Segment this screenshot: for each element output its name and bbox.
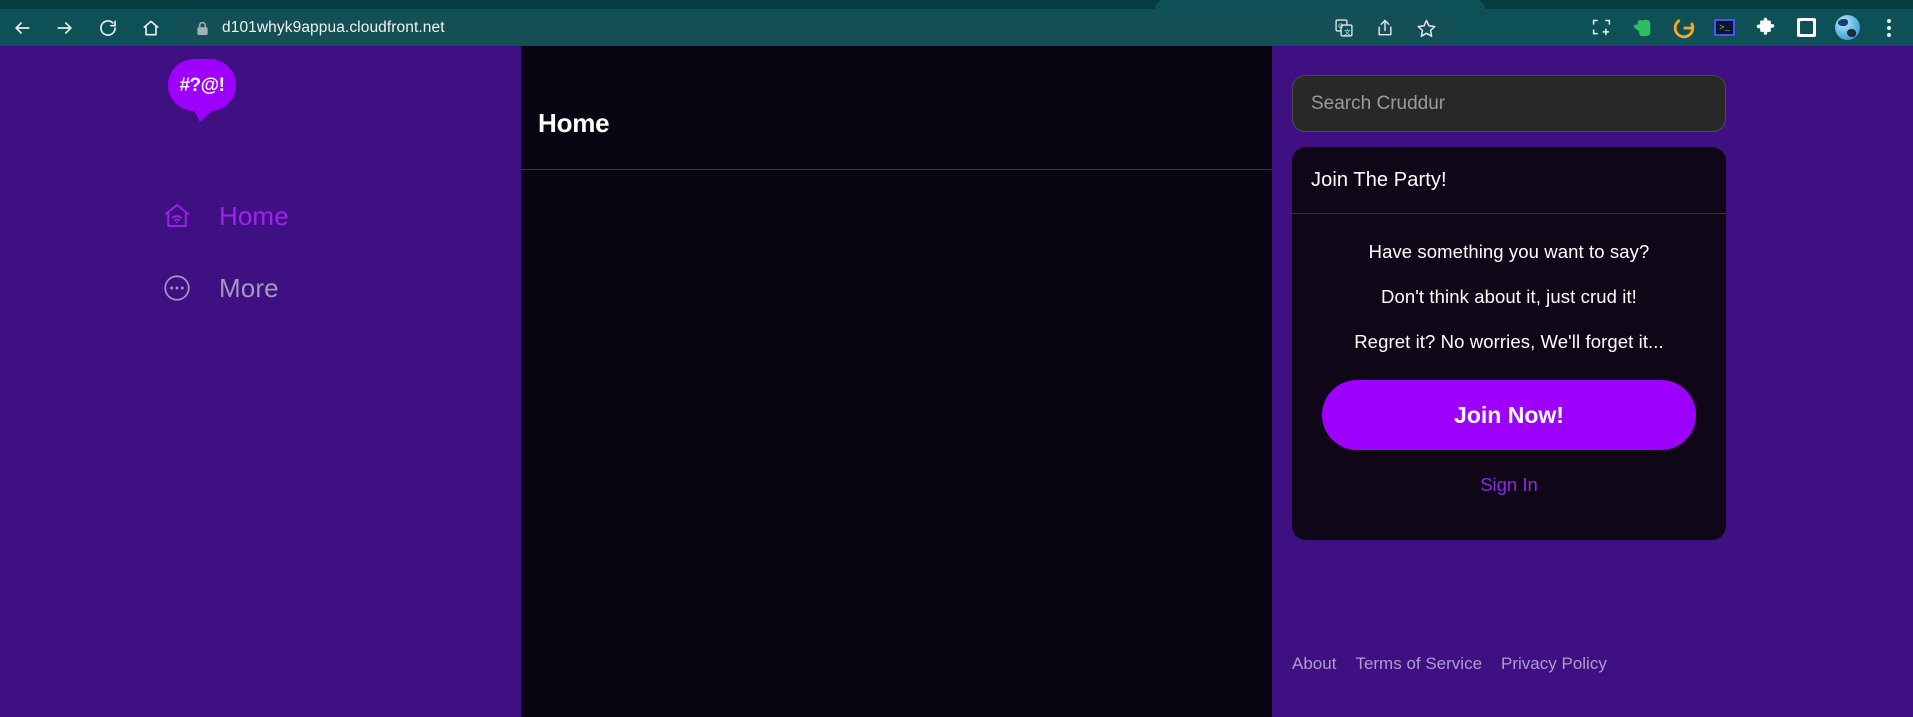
forward-arrow-icon[interactable] bbox=[43, 9, 86, 46]
reload-icon[interactable] bbox=[86, 9, 129, 46]
join-copy-line-3: Regret it? No worries, We'll forget it..… bbox=[1354, 331, 1664, 352]
join-panel-body: Have something you want to say? Don't th… bbox=[1292, 214, 1726, 496]
sidebar-nav: Home More bbox=[160, 194, 289, 310]
footer-link-terms-of-service[interactable]: Terms of Service bbox=[1355, 654, 1482, 674]
right-rail: Join The Party! Have something you want … bbox=[1272, 46, 1913, 717]
omnibox-actions: G 文 bbox=[1325, 13, 1445, 43]
url-text: d101whyk9appua.cloudfront.net bbox=[222, 19, 445, 36]
share-icon[interactable] bbox=[1366, 13, 1404, 43]
join-panel-header: Join The Party! bbox=[1292, 147, 1726, 214]
sidebar-item-home[interactable]: Home bbox=[160, 194, 289, 238]
page-root: #?@! Home More Home Search Cruddur Join … bbox=[0, 46, 1913, 717]
home-icon[interactable] bbox=[129, 9, 172, 46]
activity-feed bbox=[521, 171, 1272, 717]
side-panel-icon[interactable] bbox=[1786, 9, 1827, 46]
svg-text:文: 文 bbox=[1344, 27, 1351, 36]
sign-in-link[interactable]: Sign In bbox=[1480, 474, 1538, 496]
join-copy-line-2: Don't think about it, just crud it! bbox=[1381, 286, 1637, 307]
grammarly-extension-icon[interactable] bbox=[1663, 9, 1704, 46]
main-header: Home bbox=[521, 46, 1272, 170]
sidebar-item-more-label: More bbox=[219, 272, 279, 303]
browser-toolbar-extensions: >_ bbox=[1581, 9, 1909, 46]
page-title: Home bbox=[538, 108, 610, 138]
speech-bubble-logo-icon[interactable]: #?@! bbox=[168, 59, 236, 122]
bookmark-star-icon[interactable] bbox=[1407, 13, 1445, 43]
sidebar-item-home-label: Home bbox=[219, 200, 289, 231]
active-browser-tab[interactable] bbox=[1155, 0, 1485, 9]
main-column: Home bbox=[521, 46, 1272, 717]
browser-nav-buttons bbox=[0, 9, 172, 46]
terminal-extension-icon[interactable]: >_ bbox=[1704, 9, 1745, 46]
screenshot-capture-icon[interactable] bbox=[1581, 9, 1622, 46]
brand-logo-text: #?@! bbox=[179, 74, 225, 96]
house-wifi-icon bbox=[160, 200, 193, 233]
footer-links: About Terms of Service Privacy Policy bbox=[1292, 654, 1607, 674]
profile-avatar-icon[interactable] bbox=[1827, 9, 1868, 46]
search-input[interactable] bbox=[1292, 75, 1726, 132]
browser-tab-strip bbox=[0, 0, 1913, 9]
sidebar-item-more[interactable]: More bbox=[160, 266, 289, 310]
join-copy-line-1: Have something you want to say? bbox=[1368, 241, 1650, 262]
evernote-extension-icon[interactable] bbox=[1622, 9, 1663, 46]
sidebar: #?@! Home More bbox=[0, 46, 521, 717]
circle-ellipsis-icon bbox=[160, 272, 193, 305]
join-now-button[interactable]: Join Now! bbox=[1322, 380, 1696, 450]
chrome-menu-kebab-icon[interactable] bbox=[1868, 9, 1909, 46]
address-bar[interactable]: d101whyk9appua.cloudfront.net bbox=[177, 13, 1453, 43]
footer-link-privacy-policy[interactable]: Privacy Policy bbox=[1501, 654, 1607, 674]
svg-text:G: G bbox=[1338, 23, 1343, 30]
join-the-party-panel: Join The Party! Have something you want … bbox=[1292, 147, 1726, 540]
browser-chrome: d101whyk9appua.cloudfront.net G 文 >_ bbox=[0, 0, 1913, 46]
back-arrow-icon[interactable] bbox=[0, 9, 43, 46]
translate-icon[interactable]: G 文 bbox=[1325, 13, 1363, 43]
extensions-puzzle-icon[interactable] bbox=[1745, 9, 1786, 46]
padlock-secure-icon bbox=[196, 21, 209, 36]
footer-link-about[interactable]: About bbox=[1292, 654, 1336, 674]
join-panel-title: Join The Party! bbox=[1311, 168, 1447, 191]
